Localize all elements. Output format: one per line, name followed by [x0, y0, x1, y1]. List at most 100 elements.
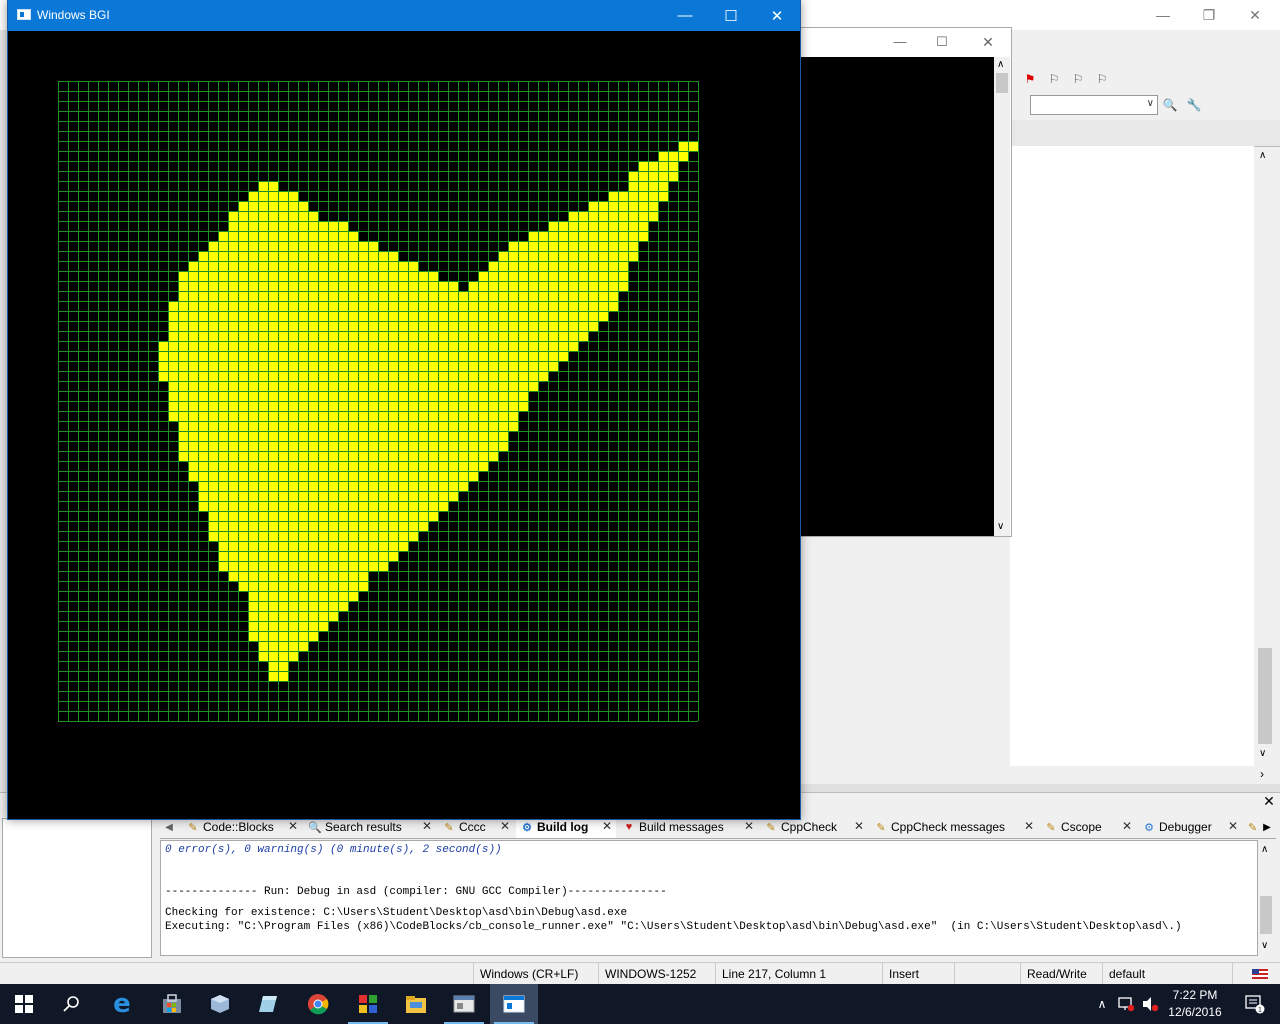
file-explorer-icon[interactable] [392, 984, 440, 1024]
panel-splitter[interactable] [800, 784, 1280, 792]
bgi-canvas[interactable] [8, 31, 800, 819]
edge-icon[interactable]: e [98, 984, 146, 1024]
filled-cell-run [208, 531, 418, 541]
tabs-scroll-right-icon[interactable]: ▶ [1260, 818, 1274, 836]
status-access: Read/Write [1020, 963, 1102, 985]
chevron-up-icon[interactable]: ∧ [1092, 984, 1112, 1024]
status-position: Line 217, Column 1 [715, 963, 882, 985]
tab-cppcheck-messages[interactable]: ✎ CppCheck messages ✕ [870, 816, 1038, 838]
editor-area[interactable] [1010, 146, 1254, 766]
scrollbar-thumb[interactable] [1258, 648, 1272, 744]
logs-close-icon[interactable]: ✕ [1262, 794, 1276, 808]
store-icon[interactable] [148, 984, 196, 1024]
editor-vertical-scrollbar[interactable]: ∧ ∨ [1256, 148, 1274, 766]
magnifier-icon[interactable]: 🔍 [1160, 95, 1180, 115]
window-icon[interactable] [440, 984, 488, 1024]
chevron-down-icon: ∨ [1146, 98, 1154, 109]
bgi-titlebar[interactable]: Windows BGI — ☐ ✕ [8, 0, 800, 31]
close-icon[interactable]: ✕ [1228, 819, 1238, 833]
close-icon[interactable]: ✕ [744, 819, 754, 833]
scroll-down-icon[interactable]: ∨ [1259, 748, 1266, 759]
next-bookmark-icon[interactable]: ⚐ [1068, 69, 1088, 89]
close-icon[interactable]: ✕ [288, 819, 298, 833]
build-log-scrollbar[interactable]: ∧ ∨ [1258, 842, 1274, 956]
close-icon[interactable]: ✕ [1024, 819, 1034, 833]
bgi-window-icon[interactable] [490, 984, 538, 1024]
executing-line: Executing: "C:\Program Files (x86)\CodeB… [165, 921, 1182, 933]
status-line-endings: Windows (CR+LF) [473, 963, 598, 985]
filled-cell-run [568, 211, 658, 221]
ide-close-button[interactable]: ✕ [1232, 0, 1278, 30]
chrome-icon[interactable] [294, 984, 342, 1024]
clock-time[interactable]: 7:22 PM [1160, 988, 1230, 1002]
codeblocks-icon[interactable] [344, 984, 392, 1024]
tab-overflow[interactable]: ✎ [1244, 816, 1258, 838]
scrollbar-thumb[interactable] [996, 73, 1008, 93]
filled-cell-run [168, 301, 618, 311]
pixel-grid [58, 81, 699, 722]
prev-bookmark-icon[interactable]: ⚐ [1044, 69, 1064, 89]
filled-cell-run [198, 501, 448, 511]
filled-cell-run [158, 371, 548, 381]
close-icon[interactable]: ✕ [422, 819, 432, 833]
clear-bookmarks-icon[interactable]: ⚐ [1092, 69, 1112, 89]
clock-date[interactable]: 12/6/2016 [1160, 1005, 1230, 1019]
bgi-minimize-button[interactable]: — [662, 0, 708, 31]
scroll-up-icon[interactable]: ∧ [1261, 844, 1268, 855]
console-output[interactable] [801, 57, 994, 536]
bookmark-flag-icon[interactable]: ⚑ [1020, 69, 1040, 89]
console-maximize-button[interactable]: ☐ [927, 30, 957, 54]
close-icon[interactable]: ✕ [854, 819, 864, 833]
scroll-down-icon[interactable]: ∨ [997, 521, 1004, 532]
scroll-up-icon[interactable]: ∧ [997, 59, 1004, 70]
scrollbar-thumb[interactable] [1260, 896, 1272, 934]
tab-debugger[interactable]: ⚙ Debugger ✕ [1138, 816, 1242, 838]
tab-cscope[interactable]: ✎ Cscope ✕ [1040, 816, 1136, 838]
status-profile: default [1102, 963, 1232, 985]
scroll-right-icon[interactable]: › [1260, 767, 1264, 781]
tab-label: Code::Blocks [203, 820, 274, 834]
ide-search-combo[interactable]: ∨ [1030, 95, 1158, 115]
console-minimize-button[interactable]: — [885, 30, 915, 54]
bgi-maximize-button[interactable]: ☐ [708, 0, 754, 31]
filled-cell-run [628, 171, 678, 181]
window-app-icon [17, 9, 31, 20]
build-summary-line: 0 error(s), 0 warning(s) (0 minute(s), 2… [165, 844, 502, 856]
run-header-line: -------------- Run: Debug in asd (compil… [165, 886, 667, 898]
editor-header [1010, 120, 1280, 147]
close-icon[interactable]: ✕ [602, 819, 612, 833]
document-icon: ✎ [766, 821, 776, 834]
filled-cell-run [208, 511, 438, 521]
filled-cell-run [168, 411, 518, 421]
windows-start-icon[interactable] [0, 984, 48, 1024]
tab-label: CppCheck messages [891, 820, 1006, 834]
virtualbox-icon[interactable] [196, 984, 244, 1024]
close-icon[interactable]: ✕ [1122, 819, 1132, 833]
wrench-icon[interactable]: 🔧 [1184, 95, 1204, 115]
document-icon: ✎ [1046, 821, 1056, 834]
notepad-icon[interactable] [244, 984, 292, 1024]
action-center-icon[interactable]: 1 [1234, 984, 1274, 1024]
console-scrollbar[interactable]: ∧ ∨ [994, 57, 1010, 536]
speaker-muted-icon[interactable] [1138, 984, 1162, 1024]
bgi-close-button[interactable]: ✕ [754, 0, 800, 31]
status-bar: Windows (CR+LF) WINDOWS-1252 Line 217, C… [0, 962, 1280, 985]
tabs-scroll-left-icon[interactable]: ◀ [160, 818, 178, 836]
scroll-down-icon[interactable]: ∨ [1261, 940, 1268, 951]
flag-icon [1232, 963, 1280, 985]
search-icon[interactable] [48, 984, 96, 1024]
close-icon[interactable]: ✕ [500, 819, 510, 833]
editor-horizontal-scrollbar[interactable]: › [800, 766, 1280, 784]
filled-cell-run [188, 261, 418, 271]
console-close-button[interactable]: ✕ [973, 30, 1003, 54]
build-log-output[interactable]: 0 error(s), 0 warning(s) (0 minute(s), 2… [160, 840, 1258, 956]
ide-minimize-button[interactable]: — [1140, 0, 1186, 30]
filled-cell-run [248, 191, 298, 201]
tab-label: Build messages [639, 820, 724, 834]
scroll-up-icon[interactable]: ∧ [1259, 150, 1266, 161]
filled-cell-run [168, 321, 598, 331]
network-icon[interactable] [1114, 984, 1138, 1024]
ide-restore-button[interactable]: ❐ [1186, 0, 1232, 30]
checking-line: Checking for existence: C:\Users\Student… [165, 907, 628, 919]
document-icon: ✎ [876, 821, 886, 834]
